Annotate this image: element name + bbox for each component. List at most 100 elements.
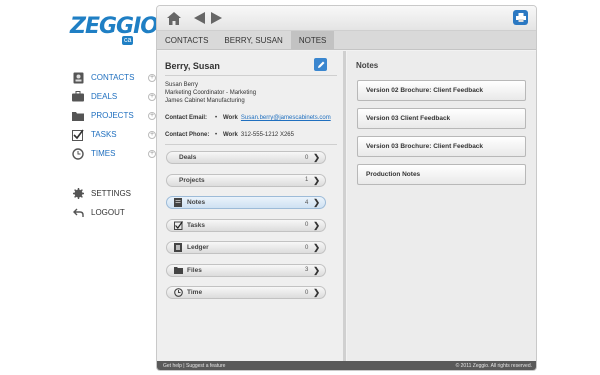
section-label: Time bbox=[187, 289, 203, 296]
settings-link[interactable]: SETTINGS bbox=[72, 184, 156, 203]
section-projects[interactable]: Projects 1 ❯ bbox=[166, 173, 326, 187]
notes-list: Version 02 Brochure: Client Feedback Ver… bbox=[357, 80, 526, 192]
nav-item-projects[interactable]: PROJECTS + bbox=[72, 106, 156, 125]
contact-panel: Berry, Susan Susan Berry Marketing Coord… bbox=[157, 51, 346, 363]
toolbar bbox=[157, 6, 536, 31]
logout-arrow-icon bbox=[72, 207, 84, 219]
email-link[interactable]: Susan.berry@jamescabinets.com bbox=[241, 115, 331, 121]
footer-links[interactable]: Get help | Suggest a feature bbox=[163, 363, 225, 369]
logout-link[interactable]: LOGOUT bbox=[72, 203, 156, 222]
note-item[interactable]: Production Notes bbox=[357, 164, 526, 185]
contact-phone-row: Contact Phone: • Work 312-555-1212 X265 bbox=[165, 132, 294, 138]
note-icon bbox=[173, 198, 183, 208]
pencil-icon bbox=[317, 61, 324, 68]
logo: ZEGGIO ca bbox=[70, 14, 159, 46]
logo-text: ZEGGIO bbox=[70, 14, 159, 39]
section-files[interactable]: Files 3 ❯ bbox=[166, 263, 326, 277]
section-ledger[interactable]: Ledger 0 ❯ bbox=[166, 241, 326, 254]
phone-value: 312-555-1212 X265 bbox=[240, 132, 294, 138]
home-icon[interactable] bbox=[167, 11, 181, 25]
email-label: Contact Email: bbox=[165, 115, 208, 121]
contact-email-row: Contact Email: • Work Susan.berry@jamesc… bbox=[165, 115, 331, 121]
nav-item-label: CONTACTS bbox=[91, 73, 135, 82]
section-label: Files bbox=[187, 266, 202, 274]
nav-item-label: PROJECTS bbox=[91, 111, 134, 120]
section-deals[interactable]: Deals 0 ❯ bbox=[166, 151, 326, 164]
ledger-icon bbox=[173, 243, 183, 253]
footer-copyright: © 2011 Zeggio. All rights reserved. bbox=[455, 362, 532, 369]
add-task-button[interactable]: + bbox=[148, 130, 156, 139]
notes-panel: Notes Version 02 Brochure: Client Feedba… bbox=[347, 51, 536, 363]
section-label: Projects bbox=[179, 176, 205, 184]
chevron-right-icon: ❯ bbox=[313, 243, 320, 252]
contact-title: Marketing Coordinator - Marketing bbox=[165, 90, 257, 96]
secondary-nav: SETTINGS LOGOUT bbox=[72, 184, 156, 222]
chevron-right-icon: ❯ bbox=[313, 265, 320, 275]
chevron-right-icon: ❯ bbox=[313, 175, 320, 185]
folder-icon bbox=[72, 110, 84, 122]
add-contact-button[interactable]: + bbox=[148, 73, 156, 82]
chevron-right-icon: ❯ bbox=[313, 220, 320, 230]
nav-item-label: DEALS bbox=[91, 92, 118, 101]
app-window: CONTACTS BERRY, SUSAN NOTES Berry, Susan… bbox=[156, 5, 537, 371]
section-tasks[interactable]: Tasks 0 ❯ bbox=[166, 218, 326, 232]
settings-label: SETTINGS bbox=[91, 189, 132, 198]
contact-info: Susan Berry Marketing Coordinator - Mark… bbox=[165, 81, 256, 105]
bullet: • bbox=[215, 132, 218, 138]
section-time[interactable]: Time 0 ❯ bbox=[166, 286, 326, 299]
section-count: 0 bbox=[304, 222, 309, 228]
note-item[interactable]: Version 02 Brochure: Client Feedback bbox=[357, 80, 526, 101]
breadcrumb-contact[interactable]: BERRY, SUSAN bbox=[216, 31, 290, 49]
main-nav: CONTACTS + DEALS + PROJECTS + TASKS + TI… bbox=[72, 68, 156, 163]
checkbox-icon bbox=[72, 129, 84, 141]
section-count: 0 bbox=[304, 289, 309, 296]
section-count: 3 bbox=[304, 267, 309, 273]
briefcase-icon bbox=[72, 91, 84, 103]
forward-arrow-icon[interactable] bbox=[209, 11, 223, 25]
add-time-button[interactable]: + bbox=[148, 149, 156, 158]
section-label: Notes bbox=[187, 199, 206, 206]
nav-item-label: TIMES bbox=[91, 149, 116, 158]
contact-name: Berry, Susan bbox=[165, 61, 220, 71]
contact-company: James Cabinet Manufacturing bbox=[165, 98, 245, 104]
contact-fullname: Susan Berry bbox=[165, 82, 199, 88]
footer: Get help | Suggest a feature © 2011 Zegg… bbox=[157, 361, 536, 370]
breadcrumb-notes: NOTES bbox=[290, 31, 335, 49]
nav-item-contacts[interactable]: CONTACTS + bbox=[72, 68, 156, 87]
add-project-button[interactable]: + bbox=[148, 111, 156, 120]
nav-item-deals[interactable]: DEALS + bbox=[72, 87, 156, 106]
edit-contact-button[interactable] bbox=[314, 58, 327, 71]
phone-label: Contact Phone: bbox=[165, 132, 210, 138]
chevron-right-icon: ❯ bbox=[313, 288, 320, 297]
logout-label: LOGOUT bbox=[91, 208, 125, 217]
clock-icon bbox=[173, 288, 183, 298]
section-notes[interactable]: Notes 4 ❯ bbox=[166, 196, 326, 209]
folder-icon bbox=[173, 265, 183, 275]
gear-icon bbox=[72, 188, 84, 200]
section-count: 1 bbox=[304, 177, 309, 183]
contacts-icon bbox=[72, 72, 84, 84]
section-count: 4 bbox=[304, 199, 309, 206]
logo-badge: ca bbox=[122, 36, 134, 45]
clock-icon bbox=[72, 147, 84, 160]
section-label: Deals bbox=[179, 154, 197, 161]
back-arrow-icon[interactable] bbox=[192, 11, 206, 25]
section-count: 0 bbox=[304, 244, 309, 251]
breadcrumb-contacts[interactable]: CONTACTS bbox=[157, 31, 216, 49]
chevron-right-icon: ❯ bbox=[313, 198, 320, 207]
note-item[interactable]: Version 03 Client Feedback bbox=[357, 108, 526, 129]
email-type: Work bbox=[223, 115, 238, 121]
nav-item-tasks[interactable]: TASKS + bbox=[72, 125, 156, 144]
divider bbox=[165, 75, 337, 76]
printer-icon bbox=[515, 13, 526, 22]
print-button[interactable] bbox=[513, 10, 528, 25]
checkbox-icon bbox=[173, 220, 183, 230]
nav-item-times[interactable]: TIMES + bbox=[72, 144, 156, 163]
divider bbox=[165, 144, 337, 145]
bullet: • bbox=[215, 115, 218, 121]
notes-title: Notes bbox=[356, 61, 379, 70]
breadcrumb: CONTACTS BERRY, SUSAN NOTES bbox=[157, 31, 536, 50]
phone-type: Work bbox=[223, 132, 238, 138]
add-deal-button[interactable]: + bbox=[148, 92, 156, 101]
note-item[interactable]: Version 03 Brochure: Client Feedback bbox=[357, 136, 526, 157]
